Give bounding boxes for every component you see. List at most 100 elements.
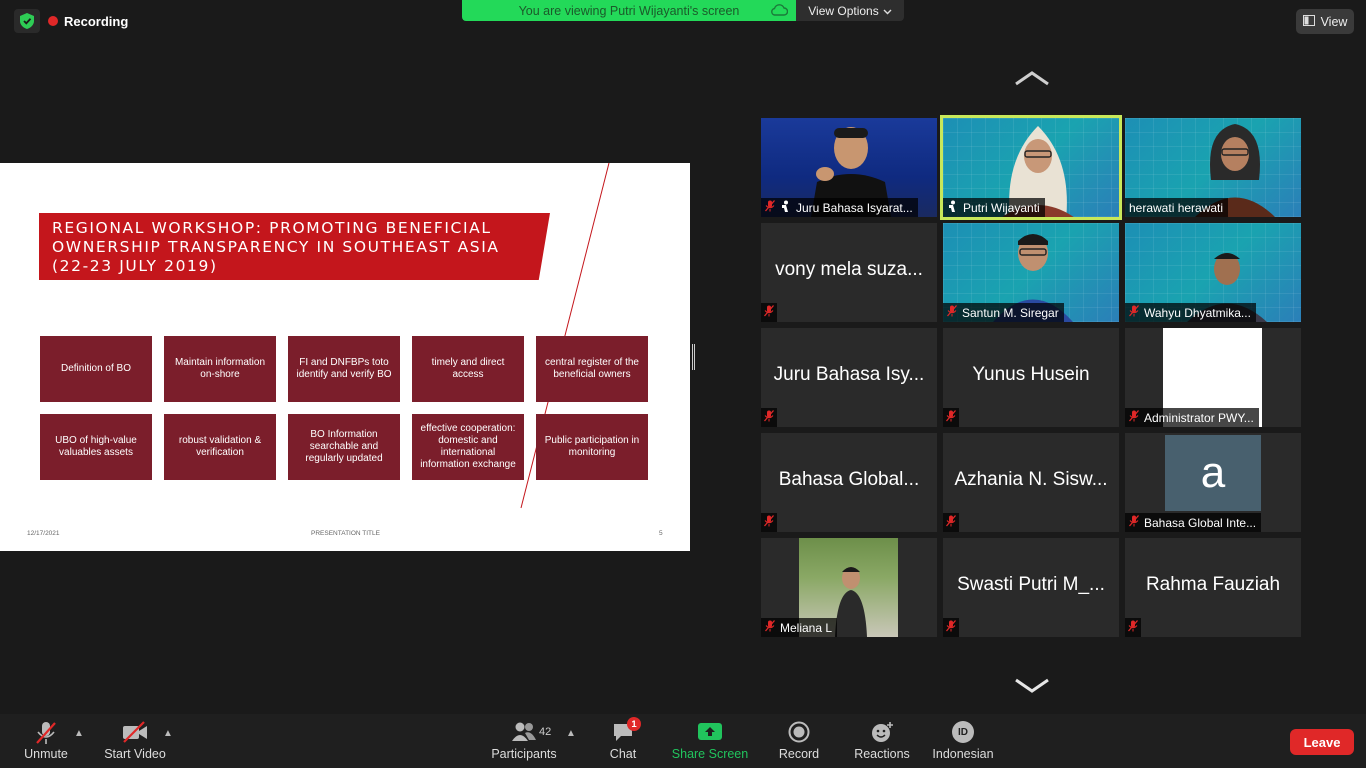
participant-display-name: Juru Bahasa Isy... — [773, 364, 925, 385]
viewing-banner-text: You are viewing Putri Wijayanti's screen — [518, 3, 740, 18]
muted-mic-icon — [765, 620, 775, 635]
slide-box: BO Information searchable and regularly … — [288, 414, 400, 480]
participant-display-name: Bahasa Global... — [778, 469, 920, 490]
recording-indicator[interactable]: Recording — [48, 10, 128, 32]
participants-icon — [511, 721, 537, 746]
participant-tile[interactable]: Wahyu Dhyatmika... — [1125, 223, 1301, 322]
unmute-button[interactable]: Unmute — [18, 714, 74, 768]
participant-display-name: Azhania N. Sisw... — [954, 469, 1108, 490]
participant-name: Bahasa Global Inte... — [1144, 515, 1257, 530]
share-screen-icon — [698, 721, 722, 744]
participant-tile[interactable]: Juru Bahasa Isyarat... — [761, 118, 937, 217]
participant-tile-active-speaker[interactable]: Putri Wijayanti — [940, 115, 1122, 220]
participants-label: Participants — [491, 747, 557, 761]
slide-footer-title: PRESENTATION TITLE — [311, 530, 380, 537]
unmute-label: Unmute — [24, 747, 68, 761]
muted-mic-icon — [947, 305, 957, 320]
reactions-smiley-icon — [871, 721, 895, 746]
split-divider-handle[interactable] — [692, 344, 695, 370]
language-interpretation-button[interactable]: ID Indonesian — [930, 714, 996, 768]
muted-mic-icon — [1129, 305, 1139, 320]
gallery-prev-page-icon[interactable] — [1014, 70, 1050, 91]
record-button[interactable]: Record — [776, 714, 822, 768]
participant-name-label — [943, 408, 959, 427]
security-shield-icon[interactable] — [14, 9, 40, 33]
participant-display-name: Yunus Husein — [972, 364, 1090, 385]
participant-name-label: Santun M. Siregar — [943, 303, 1064, 322]
video-options-caret-icon[interactable]: ▲ — [163, 728, 173, 739]
participant-name-label — [761, 303, 777, 322]
slide-box-grid: Definition of BO Maintain information on… — [40, 336, 648, 480]
gallery-next-page-icon[interactable] — [1014, 678, 1050, 699]
participant-name-label: Bahasa Global Inte... — [1125, 513, 1262, 532]
slide-box: central register of the beneficial owner… — [536, 336, 648, 402]
view-options-label: View Options — [808, 3, 879, 18]
view-options-button[interactable]: View Options — [796, 0, 904, 21]
record-label: Record — [778, 747, 820, 761]
audio-options-caret-icon[interactable]: ▲ — [74, 728, 84, 739]
chat-unread-badge: 1 — [627, 717, 641, 731]
slide-box: effective cooperation: domestic and inte… — [412, 414, 524, 480]
participant-name-label: Wahyu Dhyatmika... — [1125, 303, 1256, 322]
participant-name: Administrator PWY... — [1144, 410, 1254, 425]
reactions-label: Reactions — [854, 747, 910, 761]
chat-button[interactable]: 1 Chat — [603, 714, 643, 768]
participant-name: Santun M. Siregar — [962, 305, 1059, 320]
muted-mic-icon — [764, 305, 774, 320]
participants-options-caret-icon[interactable]: ▲ — [566, 728, 576, 739]
participant-display-name: vony mela suza... — [775, 259, 923, 280]
participant-name-label — [761, 408, 777, 427]
start-video-label: Start Video — [104, 747, 166, 761]
participant-tile[interactable]: Rahma Fauziah — [1125, 538, 1301, 637]
participant-tile[interactable]: Juru Bahasa Isy... — [761, 328, 937, 427]
participant-tile[interactable]: herawati herawati — [1125, 118, 1301, 217]
muted-mic-icon — [1128, 620, 1138, 635]
participant-tile[interactable]: Meliana L — [761, 538, 937, 637]
participant-name-label: Juru Bahasa Isyarat... — [761, 198, 918, 217]
record-icon — [788, 721, 810, 746]
participant-name-label: Putri Wijayanti — [943, 198, 1045, 217]
participant-name: Wahyu Dhyatmika... — [1144, 305, 1251, 320]
participant-tile[interactable]: Yunus Husein — [943, 328, 1119, 427]
participant-tile[interactable]: Bahasa Global... — [761, 433, 937, 532]
chevron-down-icon — [883, 4, 892, 18]
participant-name-label: herawati herawati — [1125, 198, 1229, 217]
participant-name: Meliana L — [780, 620, 833, 635]
zoom-meeting-window: Recording You are viewing Putri Wijayant… — [0, 0, 1366, 768]
participant-tile[interactable]: Administrator PWY... — [1125, 328, 1301, 427]
reactions-button[interactable]: Reactions — [851, 714, 913, 768]
participant-name: Putri Wijayanti — [963, 200, 1040, 215]
participant-name-label — [943, 618, 959, 637]
shared-screen-slide: REGIONAL WORKSHOP: PROMOTING BENEFICIAL … — [0, 163, 690, 551]
language-globe-icon: ID — [952, 721, 974, 743]
participants-button[interactable]: 42 Participants — [488, 714, 560, 768]
slide-box: Definition of BO — [40, 336, 152, 402]
participant-avatar: a — [1165, 435, 1261, 511]
video-off-icon — [122, 721, 148, 746]
interpreter-icon — [780, 200, 791, 215]
participant-name-label — [943, 513, 959, 532]
participant-tile[interactable]: Azhania N. Sisw... — [943, 433, 1119, 532]
participant-tile[interactable]: vony mela suza... — [761, 223, 937, 322]
share-screen-label: Share Screen — [671, 747, 749, 761]
participant-name-label: Administrator PWY... — [1125, 408, 1259, 427]
slide-box: Maintain information on-shore — [164, 336, 276, 402]
share-screen-button[interactable]: Share Screen — [668, 714, 752, 768]
slide-footer-date: 12/17/2021 — [27, 530, 60, 537]
slide-box: robust validation & verification — [164, 414, 276, 480]
muted-mic-icon — [1129, 515, 1139, 530]
leave-button[interactable]: Leave — [1290, 729, 1354, 755]
slide-footer-page: 5 — [659, 530, 663, 537]
participant-tile[interactable]: Swasti Putri M_... — [943, 538, 1119, 637]
view-button[interactable]: View — [1296, 9, 1354, 34]
cloud-icon — [770, 3, 789, 20]
muted-mic-icon — [946, 410, 956, 425]
participant-tile[interactable]: Santun M. Siregar — [943, 223, 1119, 322]
start-video-button[interactable]: Start Video — [100, 714, 170, 768]
participant-name-label — [1125, 618, 1141, 637]
participant-tile[interactable]: a Bahasa Global Inte... — [1125, 433, 1301, 532]
chat-label: Chat — [609, 747, 637, 761]
slide-title-bar: REGIONAL WORKSHOP: PROMOTING BENEFICIAL … — [39, 213, 550, 280]
meeting-toolbar: Unmute ▲ Start Video ▲ 42 Participants ▲… — [0, 714, 1366, 768]
recording-dot-icon — [48, 16, 58, 26]
